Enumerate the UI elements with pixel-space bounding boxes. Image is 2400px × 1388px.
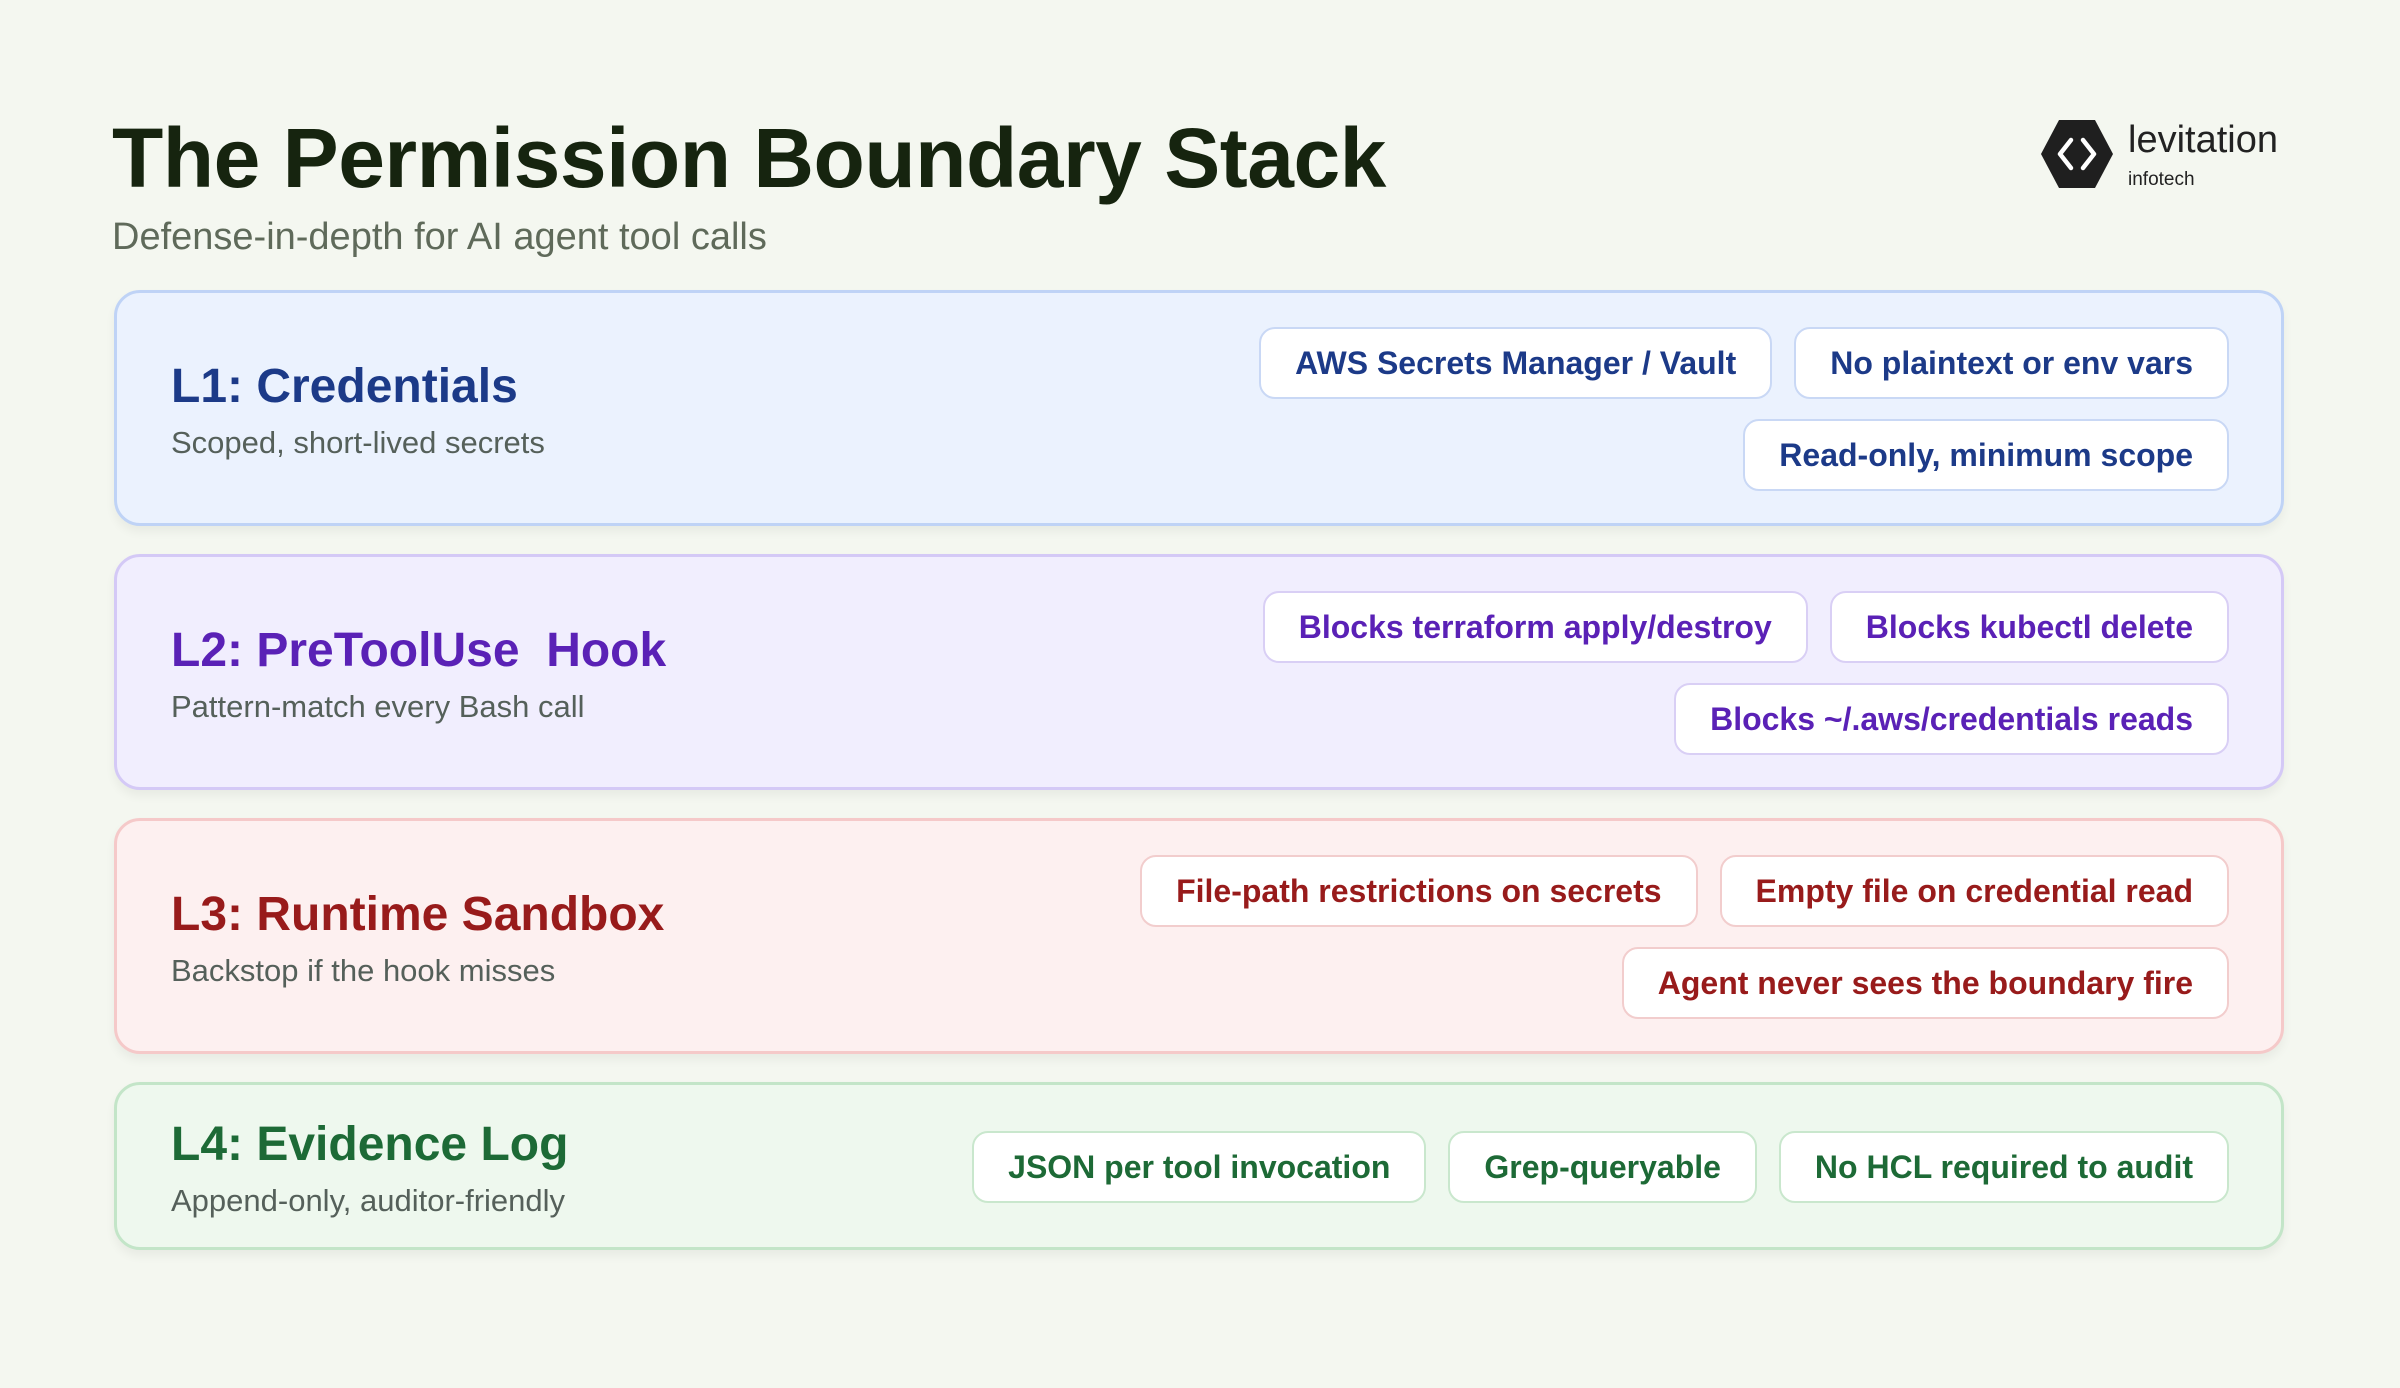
chip-group: JSON per tool invocation Grep-queryable … (972, 1131, 2229, 1203)
chip-row: Agent never sees the boundary fire (1621, 947, 2229, 1019)
layer-card-runtime-sandbox: L3: Runtime Sandbox Backstop if the hook… (114, 818, 2284, 1054)
chip: Blocks terraform apply/destroy (1262, 591, 1808, 663)
chip: JSON per tool invocation (972, 1131, 1427, 1203)
layer-subtitle: Pattern-match every Bash call (171, 689, 585, 724)
chip-group: File-path restrictions on secrets Empty … (1140, 855, 2229, 1019)
chip-row: JSON per tool invocation Grep-queryable … (972, 1131, 2229, 1203)
page-title: The Permission Boundary Stack (112, 111, 1386, 205)
logo-name: levitation (2128, 119, 2278, 161)
chip-row: Read-only, minimum scope (1743, 419, 2229, 491)
layer-title: L3: Runtime Sandbox (171, 888, 665, 941)
chip: Grep-queryable (1448, 1131, 1757, 1203)
layer-card-credentials: L1: Credentials Scoped, short-lived secr… (114, 290, 2284, 526)
chip: Read-only, minimum scope (1743, 419, 2229, 491)
chip-row: File-path restrictions on secrets Empty … (1140, 855, 2229, 927)
chip: Empty file on credential read (1719, 855, 2229, 927)
chip: File-path restrictions on secrets (1140, 855, 1698, 927)
layer-title: L2: PreToolUse Hook (171, 624, 667, 677)
brand-logo: levitation infotech (2040, 112, 2290, 202)
chip: Agent never sees the boundary fire (1621, 947, 2229, 1019)
chip: AWS Secrets Manager / Vault (1259, 327, 1773, 399)
chip-row: Blocks terraform apply/destroy Blocks ku… (1262, 591, 2229, 663)
chip: No HCL required to audit (1778, 1131, 2229, 1203)
layer-title: L4: Evidence Log (171, 1118, 569, 1171)
layer-card-evidence-log: L4: Evidence Log Append-only, auditor-fr… (114, 1082, 2284, 1250)
layer-subtitle: Append-only, auditor-friendly (171, 1183, 566, 1218)
logo-subtitle: infotech (2128, 169, 2195, 190)
chip-row: Blocks ~/.aws/credentials reads (1674, 683, 2229, 755)
hexagon-code-icon (2041, 120, 2113, 188)
layer-title: L1: Credentials (171, 360, 518, 413)
chip: Blocks kubectl delete (1829, 591, 2229, 663)
chip: No plaintext or env vars (1794, 327, 2229, 399)
chip: Blocks ~/.aws/credentials reads (1674, 683, 2229, 755)
page-subtitle: Defense-in-depth for AI agent tool calls (112, 216, 767, 258)
chip-group: Blocks terraform apply/destroy Blocks ku… (1262, 591, 2229, 755)
chip-group: AWS Secrets Manager / Vault No plaintext… (1259, 327, 2229, 491)
layer-card-pretooluse-hook: L2: PreToolUse Hook Pattern-match every … (114, 554, 2284, 790)
layer-subtitle: Backstop if the hook misses (171, 953, 556, 988)
layer-subtitle: Scoped, short-lived secrets (171, 425, 545, 460)
chip-row: AWS Secrets Manager / Vault No plaintext… (1259, 327, 2229, 399)
